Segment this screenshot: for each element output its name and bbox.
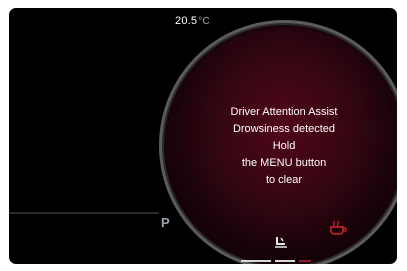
message-line-5: to clear xyxy=(265,174,303,186)
gear-indicator: P xyxy=(161,215,170,230)
temperature-unit: °C xyxy=(198,16,210,27)
gauge-bar-segment-red xyxy=(299,260,311,262)
message-line-3: Hold xyxy=(272,140,296,152)
attention-assist-message: Driver Attention Assist Drowsiness detec… xyxy=(215,104,353,189)
outside-temperature: 20.5°C xyxy=(175,15,210,27)
seat-adjust-icon xyxy=(275,237,287,248)
coffee-cup-icon xyxy=(330,220,347,235)
message-line-4: the MENU button xyxy=(241,157,327,169)
left-gauge-baseline xyxy=(9,212,159,214)
message-line-2: Drowsiness detected xyxy=(232,123,336,135)
instrument-cluster-screen: 20.5°C Driver Attention Assist Drowsines… xyxy=(9,8,397,264)
gauge-bar-segment xyxy=(275,260,295,262)
message-title: Driver Attention Assist xyxy=(230,106,338,118)
gauge-bar-segment xyxy=(241,260,271,262)
temperature-value: 20.5 xyxy=(175,15,198,27)
